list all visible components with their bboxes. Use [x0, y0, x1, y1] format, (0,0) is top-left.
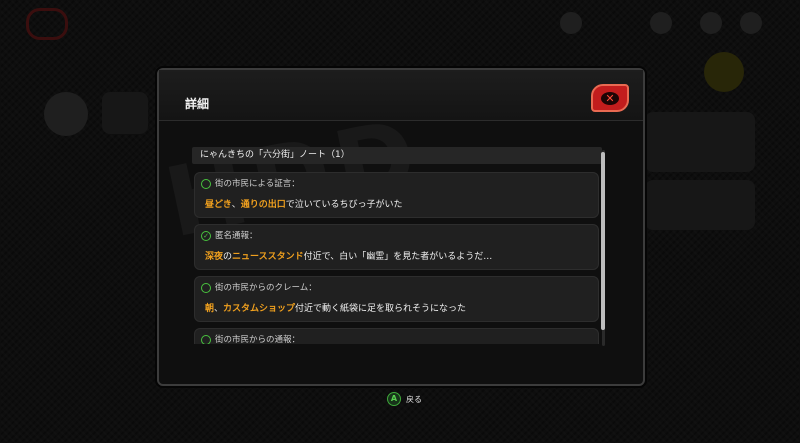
highlighted-keyword: 昼どき: [205, 200, 232, 210]
unchecked-circle-icon: [201, 335, 211, 344]
note-text-segment: 付近で動く紙袋に足を取られそうになった: [295, 304, 467, 314]
note-entry[interactable]: 街の市民による証言： 昼どき、通りの出口で泣いているちびっ子がいた: [194, 172, 599, 218]
note-text-segment: の: [223, 252, 233, 262]
note-text-segment: で泣いているちびっ子がいた: [285, 200, 403, 210]
checked-circle-icon: ✓: [201, 231, 211, 241]
note-entry[interactable]: 街の市民からの通報：: [194, 328, 599, 344]
note-entry[interactable]: 街の市民からのクレーム： 朝、カスタムショップ付近で動く紙袋に足を取られそうになっ…: [194, 276, 599, 322]
unchecked-circle-icon: [201, 283, 211, 293]
back-label: 戻る: [406, 394, 422, 404]
note-text-segment: 、: [214, 304, 224, 314]
modal-header: 詳細 ✕: [159, 70, 643, 121]
highlighted-keyword: 通りの出口: [240, 200, 286, 210]
note-list-header: にゃんきちの「六分街」ノート（1）: [192, 147, 602, 164]
highlighted-keyword: ニューススタンド: [232, 252, 304, 262]
note-entry-title: 街の市民からの通報：: [215, 335, 301, 344]
back-hint[interactable]: A 戻る: [387, 392, 422, 406]
note-text-segment: 付近で、白い「幽霊」を見た者がいるようだ…: [303, 252, 493, 262]
note-entry-title: 匿名通報：: [215, 231, 258, 241]
close-button[interactable]: ✕: [591, 84, 629, 112]
highlighted-keyword: カスタムショップ: [223, 304, 296, 314]
highlighted-keyword: 深夜: [205, 252, 224, 262]
note-entries-list[interactable]: 街の市民による証言： 昼どき、通りの出口で泣いているちびっ子がいた ✓ 匿名通報： 深夜…: [194, 172, 599, 344]
highlighted-keyword: 朝: [205, 304, 215, 314]
note-text-segment: 、: [231, 200, 241, 210]
note-entry-text: 昼どき、通りの出口で泣いているちびっ子がいた: [205, 197, 403, 210]
modal-title: 詳細: [185, 97, 210, 111]
note-entry-text: 深夜のニューススタンド付近で、白い「幽霊」を見た者がいるようだ…: [205, 249, 492, 262]
note-entry-title: 街の市民による証言：: [215, 179, 300, 189]
unchecked-circle-icon: [201, 179, 211, 189]
note-entry[interactable]: ✓ 匿名通報： 深夜のニューススタンド付近で、白い「幽霊」を見た者がいるようだ…: [194, 224, 599, 270]
note-entry-title: 街の市民からのクレーム：: [215, 283, 317, 293]
details-modal: HDD 詳細 ✕ にゃんきちの「六分街」ノート（1） 街の市民による証言：昼どき…: [156, 68, 645, 386]
note-entry-text: 朝、カスタムショップ付近で動く紙袋に足を取られそうになった: [205, 301, 466, 314]
close-icon: ✕: [601, 91, 619, 105]
scrollbar-thumb[interactable]: [601, 152, 605, 330]
a-button-icon: A: [387, 392, 401, 406]
